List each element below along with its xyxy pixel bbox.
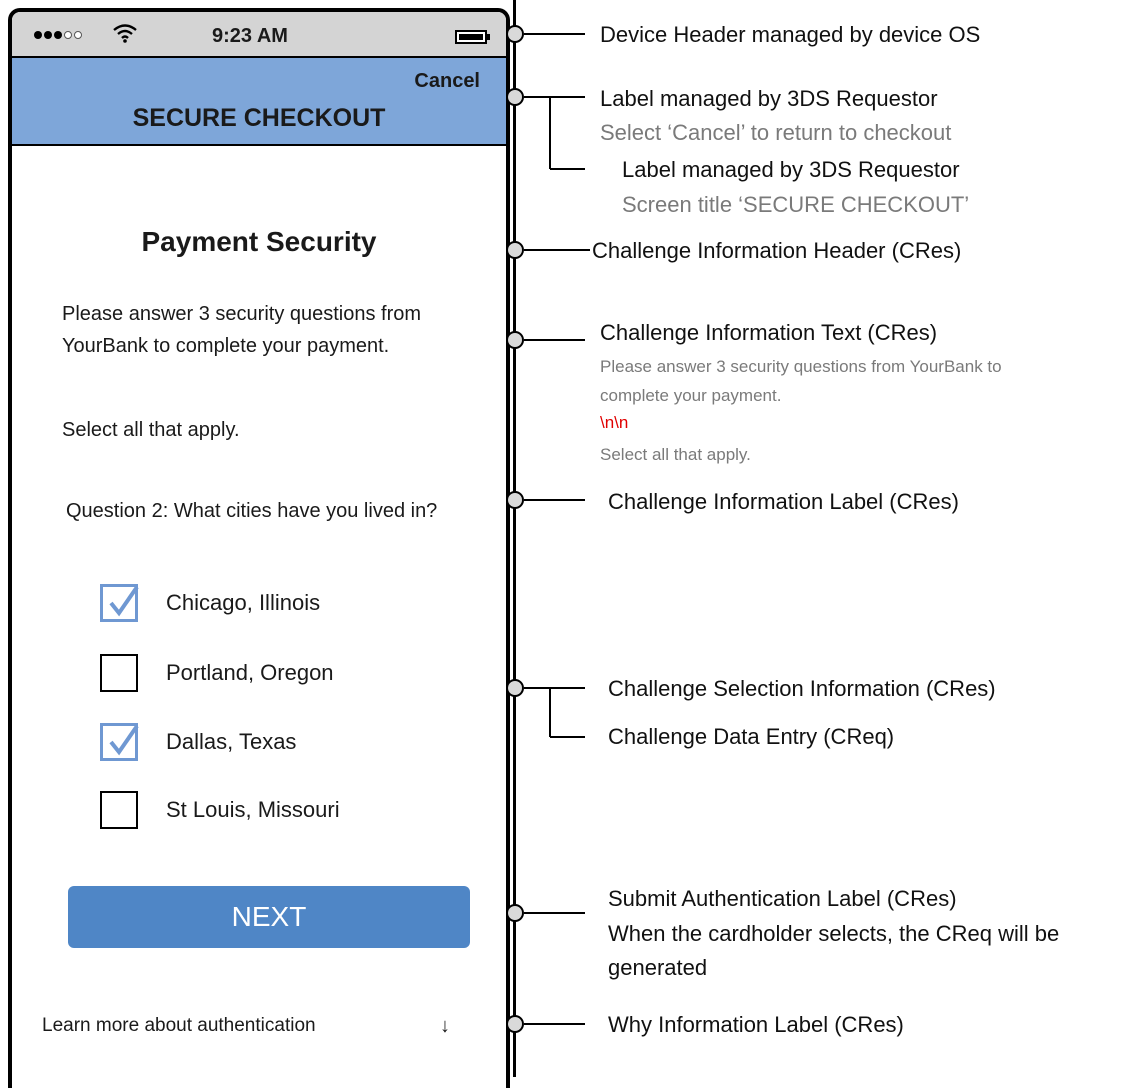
connector-dot [506, 491, 524, 509]
annotation-info-text-line1: Please answer 3 security questions from … [600, 357, 1002, 376]
annotation-why-label: Why Information Label (CRes) [608, 1012, 904, 1037]
annotation-info-text-line2: complete your payment. [600, 386, 782, 405]
annotation-submit-line2: When the cardholder selects, the CReq wi… [608, 921, 1060, 946]
connector-dot [506, 25, 524, 43]
annotation-device-header: Device Header managed by device OS [600, 22, 981, 47]
annotation-info-header: Challenge Information Header (CRes) [592, 238, 962, 263]
connector-dot [506, 88, 524, 106]
annotation-screen-title-sub: Screen title ‘SECURE CHECKOUT’ [622, 192, 970, 217]
connector-dot [506, 1015, 524, 1033]
annotation-data-entry: Challenge Data Entry (CReq) [608, 724, 895, 749]
annotation-submit-line3: generated [608, 955, 708, 980]
annotation-screen-title-title: Label managed by 3DS Requestor [622, 157, 960, 182]
annotation-info-label: Challenge Information Label (CRes) [608, 489, 959, 514]
connector-dot [506, 679, 524, 697]
connector-dot [506, 331, 524, 349]
annotation-selection-info: Challenge Selection Information (CRes) [608, 676, 996, 701]
annotation-info-text-line3: Select all that apply. [600, 445, 751, 464]
annotation-cancel-label-sub: Select ‘Cancel’ to return to checkout [600, 120, 952, 145]
annotation-info-text-title: Challenge Information Text (CRes) [600, 320, 938, 345]
annotation-newline-marker: \n\n [600, 413, 629, 432]
annotation-cancel-label-title: Label managed by 3DS Requestor [600, 86, 938, 111]
connector-dot [506, 241, 524, 259]
annotation-submit-title: Submit Authentication Label (CRes) [608, 886, 957, 911]
connector-dot [506, 904, 524, 922]
annotation-connectors [506, 25, 590, 1033]
